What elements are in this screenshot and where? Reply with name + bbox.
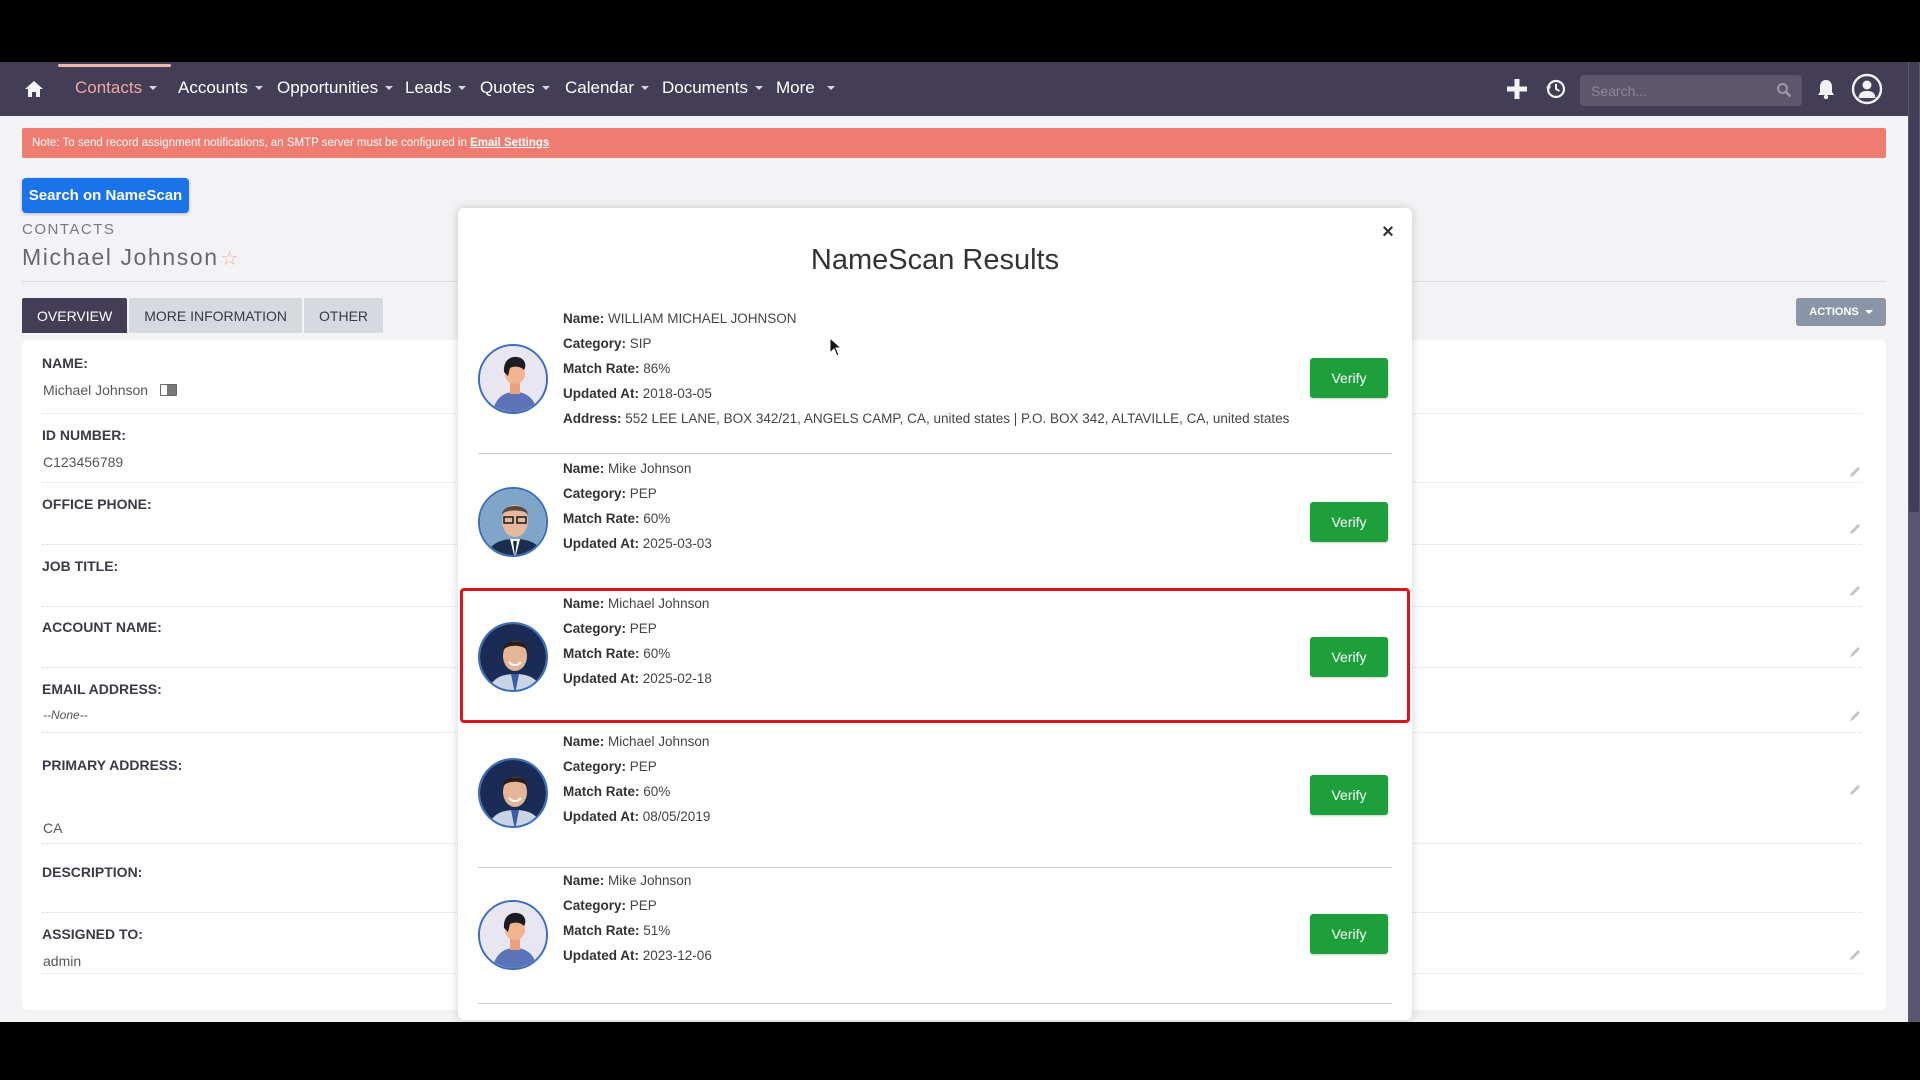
row-divider (478, 1002, 1392, 1004)
result-item: Name: Mike Johnson Category: PEP Match R… (478, 868, 1392, 1004)
updated-at-value: 2023-12-06 (642, 948, 712, 963)
result-category: Category: PEP (563, 481, 712, 506)
match-rate-label: Match Rate: (563, 784, 640, 799)
match-rate-label: Match Rate: (563, 511, 640, 526)
category-value: PEP (629, 898, 657, 913)
modal-overlay: × NameScan Results Name: WILLIAM MICHAEL… (0, 62, 1908, 1022)
result-match-rate: Match Rate: 60% (563, 641, 712, 666)
updated-at-value: 08/05/2019 (642, 809, 711, 824)
modal-title: NameScan Results (810, 244, 1060, 276)
result-category: Category: PEP (563, 754, 710, 779)
photo-smiling-man-avatar (478, 758, 548, 828)
match-rate-value: 60% (643, 511, 671, 526)
scrollbar-thumb[interactable] (1909, 62, 1919, 512)
result-updated-at: Updated At: 2025-02-18 (563, 666, 712, 691)
result-name: Name: Michael Johnson (563, 729, 710, 754)
address-value: 552 LEE LANE, BOX 342/21, ANGELS CAMP, C… (625, 411, 1290, 426)
namescan-results-modal: × NameScan Results Name: WILLIAM MICHAEL… (458, 208, 1412, 1020)
result-name: Name: Mike Johnson (563, 456, 712, 481)
match-rate-value: 60% (643, 784, 671, 799)
category-value: PEP (629, 621, 657, 636)
updated-at-value: 2018-03-05 (642, 386, 712, 401)
category-label: Category: (563, 759, 627, 774)
verify-button[interactable]: Verify (1310, 775, 1388, 815)
illustrated-person-avatar (478, 344, 548, 414)
result-info: Name: Michael Johnson Category: PEP Matc… (563, 591, 712, 691)
result-name: Name: Mike Johnson (563, 868, 712, 893)
close-icon[interactable]: × (1378, 222, 1398, 242)
result-match-rate: Match Rate: 60% (563, 506, 712, 531)
result-updated-at: Updated At: 2018-03-05 (563, 381, 1289, 406)
result-match-rate: Match Rate: 86% (563, 356, 1289, 381)
result-address: Address: 552 LEE LANE, BOX 342/21, ANGEL… (563, 406, 1289, 431)
name-value: Mike Johnson (608, 873, 692, 888)
result-category: Category: SIP (563, 331, 1289, 356)
result-category: Category: PEP (563, 616, 712, 641)
updated-at-label: Updated At: (563, 948, 639, 963)
result-item: Name: Michael Johnson Category: PEP Matc… (478, 725, 1392, 868)
match-rate-label: Match Rate: (563, 646, 640, 661)
name-label: Name: (563, 734, 605, 749)
match-rate-value: 51% (643, 923, 671, 938)
category-label: Category: (563, 336, 627, 351)
match-rate-label: Match Rate: (563, 923, 640, 938)
name-value: Michael Johnson (608, 734, 710, 749)
result-updated-at: Updated At: 2025-03-03 (563, 531, 712, 556)
result-info: Name: WILLIAM MICHAEL JOHNSON Category: … (563, 306, 1289, 431)
result-item: Name: WILLIAM MICHAEL JOHNSON Category: … (478, 306, 1392, 454)
category-label: Category: (563, 486, 627, 501)
name-value: WILLIAM MICHAEL JOHNSON (608, 311, 797, 326)
name-value: Mike Johnson (608, 461, 692, 476)
verify-button[interactable]: Verify (1310, 637, 1388, 677)
result-match-rate: Match Rate: 60% (563, 779, 710, 804)
name-label: Name: (563, 461, 605, 476)
match-rate-value: 86% (643, 361, 671, 376)
result-item-highlighted: Name: Michael Johnson Category: PEP Matc… (478, 590, 1392, 725)
updated-at-label: Updated At: (563, 386, 639, 401)
verify-button[interactable]: Verify (1310, 502, 1388, 542)
category-value: SIP (629, 336, 652, 351)
result-info: Name: Mike Johnson Category: PEP Match R… (563, 456, 712, 556)
name-label: Name: (563, 873, 605, 888)
result-updated-at: Updated At: 2023-12-06 (563, 943, 712, 968)
result-info: Name: Mike Johnson Category: PEP Match R… (563, 868, 712, 968)
result-name: Name: Michael Johnson (563, 591, 712, 616)
category-label: Category: (563, 621, 627, 636)
illustrated-person-avatar (478, 900, 548, 970)
photo-smiling-man-avatar (478, 622, 548, 692)
screen-bottom-border (0, 1022, 1920, 1080)
result-updated-at: Updated At: 08/05/2019 (563, 804, 710, 829)
mouse-cursor-icon (829, 336, 843, 357)
result-name: Name: WILLIAM MICHAEL JOHNSON (563, 306, 1289, 331)
category-value: PEP (629, 759, 657, 774)
match-rate-label: Match Rate: (563, 361, 640, 376)
updated-at-label: Updated At: (563, 671, 639, 686)
name-label: Name: (563, 596, 605, 611)
result-info: Name: Michael Johnson Category: PEP Matc… (563, 729, 710, 829)
crm-page: Contacts Accounts Opportunities Leads Qu… (0, 62, 1908, 1022)
screen-top-border (0, 0, 1920, 62)
name-label: Name: (563, 311, 605, 326)
updated-at-label: Updated At: (563, 809, 639, 824)
vertical-scrollbar[interactable] (1908, 62, 1920, 1022)
category-value: PEP (629, 486, 657, 501)
result-match-rate: Match Rate: 51% (563, 918, 712, 943)
verify-button[interactable]: Verify (1310, 358, 1388, 398)
category-label: Category: (563, 898, 627, 913)
match-rate-value: 60% (643, 646, 671, 661)
updated-at-value: 2025-03-03 (642, 536, 712, 551)
verify-button[interactable]: Verify (1310, 914, 1388, 954)
photo-glasses-man-avatar (478, 487, 548, 557)
result-item: Name: Mike Johnson Category: PEP Match R… (478, 454, 1392, 590)
name-value: Michael Johnson (608, 596, 710, 611)
result-category: Category: PEP (563, 893, 712, 918)
updated-at-value: 2025-02-18 (642, 671, 712, 686)
address-label: Address: (563, 411, 622, 426)
updated-at-label: Updated At: (563, 536, 639, 551)
